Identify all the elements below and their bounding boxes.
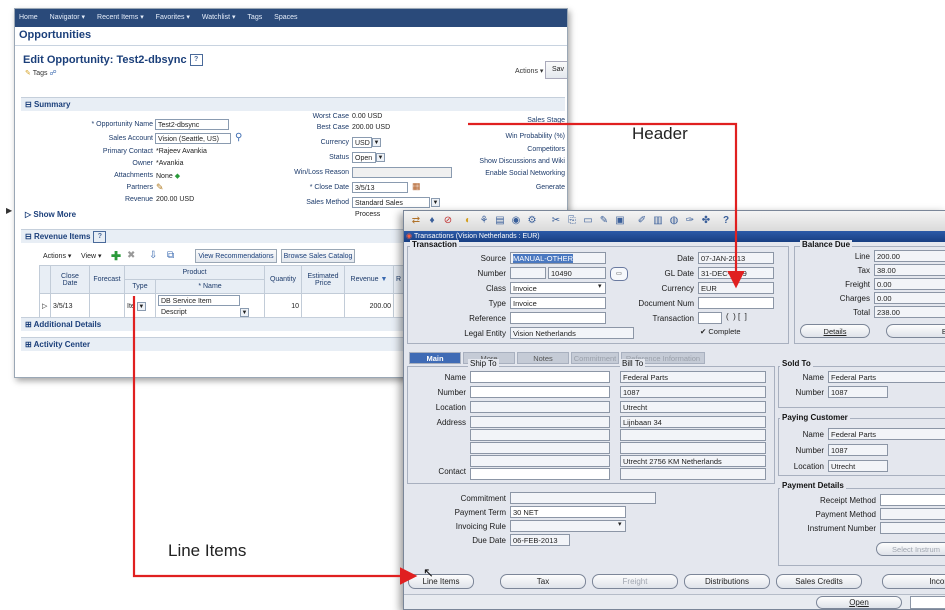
header-arrow (468, 122, 745, 289)
header-annotation-label: Header (632, 124, 688, 143)
line-items-annotation-label: Line Items (168, 541, 247, 560)
annotation-arrows (132, 122, 745, 585)
line-items-arrow (132, 296, 418, 585)
